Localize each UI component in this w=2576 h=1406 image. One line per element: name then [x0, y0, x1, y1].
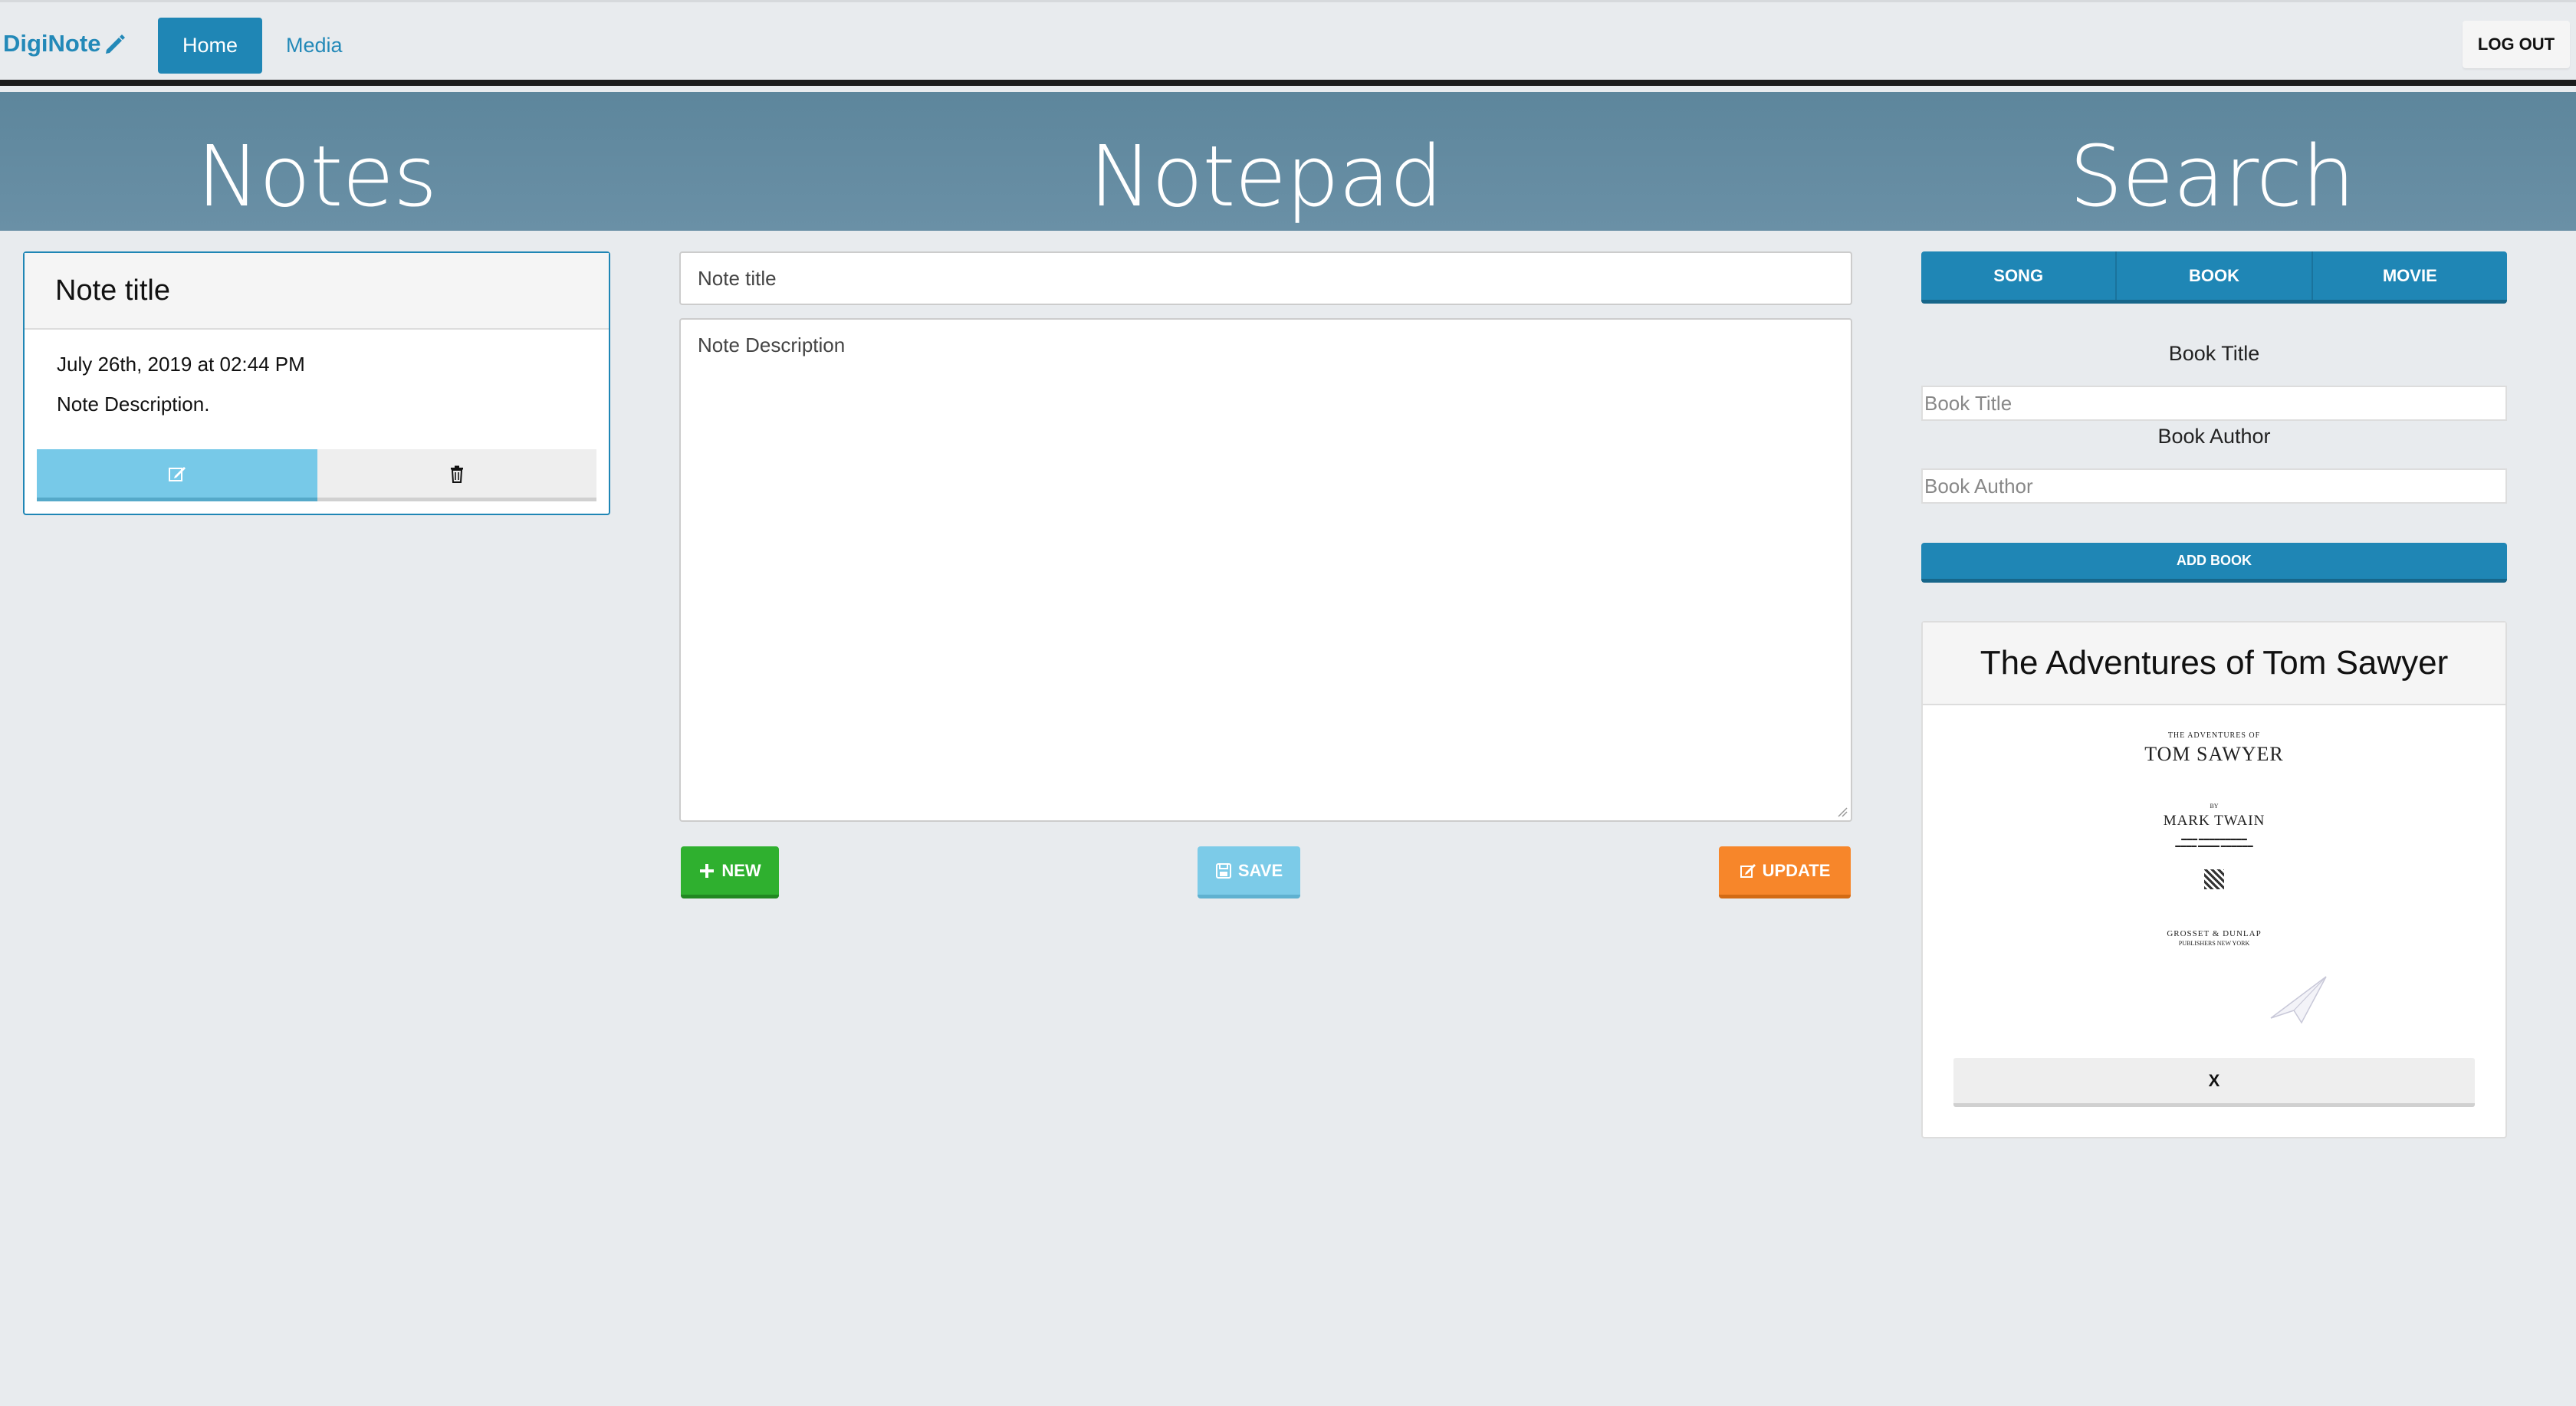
cover-by: BY — [2210, 803, 2219, 810]
book-title-input[interactable]: Book Title — [1921, 386, 2507, 421]
tab-song[interactable]: SONG — [1921, 251, 2118, 300]
pencil-icon — [106, 34, 126, 54]
edit-icon — [169, 466, 186, 481]
cover-line1: THE ADVENTURES OF — [2167, 731, 2261, 740]
book-title-label: Book Title — [2168, 342, 2260, 365]
resize-grip-icon[interactable] — [1837, 806, 1848, 817]
paper-corner-icon — [2270, 976, 2327, 1024]
nav-media-link[interactable]: Media — [286, 18, 343, 74]
notepad-heading: Notepad — [1089, 127, 1443, 225]
hero-band: Notes Notepad Search — [0, 92, 2576, 231]
note-description: Note Description. — [57, 393, 210, 416]
cover-publisher: GROSSET & DUNLAP — [2167, 929, 2262, 938]
media-type-tabs: SONG BOOK MOVIE — [1921, 251, 2507, 304]
navbar: DigiNote Home Media LOG OUT — [0, 0, 2576, 86]
close-result-button[interactable]: X — [1953, 1058, 2475, 1107]
brand-name: DigiNote — [3, 30, 101, 57]
save-note-button[interactable]: SAVE — [1198, 846, 1300, 898]
plus-icon — [700, 863, 715, 878]
new-note-button[interactable]: NEW — [681, 846, 779, 898]
new-note-label: NEW — [721, 860, 761, 880]
save-note-label: SAVE — [1237, 860, 1283, 880]
publisher-mark-icon — [2204, 869, 2224, 889]
note-title-input[interactable]: Note title — [679, 251, 1852, 305]
note-title: Note title — [25, 253, 609, 330]
note-card[interactable]: Note title July 26th, 2019 at 02:44 PM N… — [23, 251, 610, 515]
tab-movie[interactable]: MOVIE — [2312, 251, 2507, 300]
cover-author: MARK TWAIN — [2163, 813, 2266, 829]
trash-icon — [451, 465, 463, 483]
search-heading: Search — [2069, 127, 2355, 225]
delete-note-button[interactable] — [317, 449, 596, 501]
book-author-label: Book Author — [2157, 425, 2271, 448]
notes-heading: Notes — [196, 127, 438, 225]
note-description-textarea[interactable]: Note Description — [679, 318, 1852, 822]
nav-home-button[interactable]: Home — [158, 18, 262, 74]
note-description-placeholder: Note Description — [698, 333, 846, 356]
brand-logo[interactable]: DigiNote — [3, 28, 128, 59]
book-result-title: The Adventures of Tom Sawyer — [1923, 623, 2505, 705]
add-book-button[interactable]: ADD BOOK — [1921, 543, 2507, 583]
cover-fine-print: ▬▬▬ ▬▬▬▬▬▬▬▬▬ ▬▬▬▬ ▬▬▬▬ ▬▬▬▬▬▬ — [2175, 836, 2253, 849]
note-date: July 26th, 2019 at 02:44 PM — [57, 353, 305, 376]
edit-note-button[interactable] — [37, 449, 317, 501]
tab-book[interactable]: BOOK — [2117, 251, 2313, 300]
book-result-card: The Adventures of Tom Sawyer THE ADVENTU… — [1921, 621, 2507, 1138]
book-cover-image: THE ADVENTURES OF TOM SAWYER BY MARK TWA… — [2099, 722, 2329, 1024]
cover-line2: TOM SAWYER — [2144, 743, 2284, 765]
update-note-button[interactable]: UPDATE — [1719, 846, 1851, 898]
logout-button[interactable]: LOG OUT — [2463, 21, 2570, 68]
update-note-label: UPDATE — [1762, 860, 1831, 880]
edit-icon — [1740, 863, 1756, 878]
cover-publisher-sub: PUBLISHERS NEW YORK — [2178, 940, 2250, 947]
floppy-disk-icon — [1215, 862, 1231, 879]
book-author-input[interactable]: Book Author — [1921, 468, 2507, 504]
